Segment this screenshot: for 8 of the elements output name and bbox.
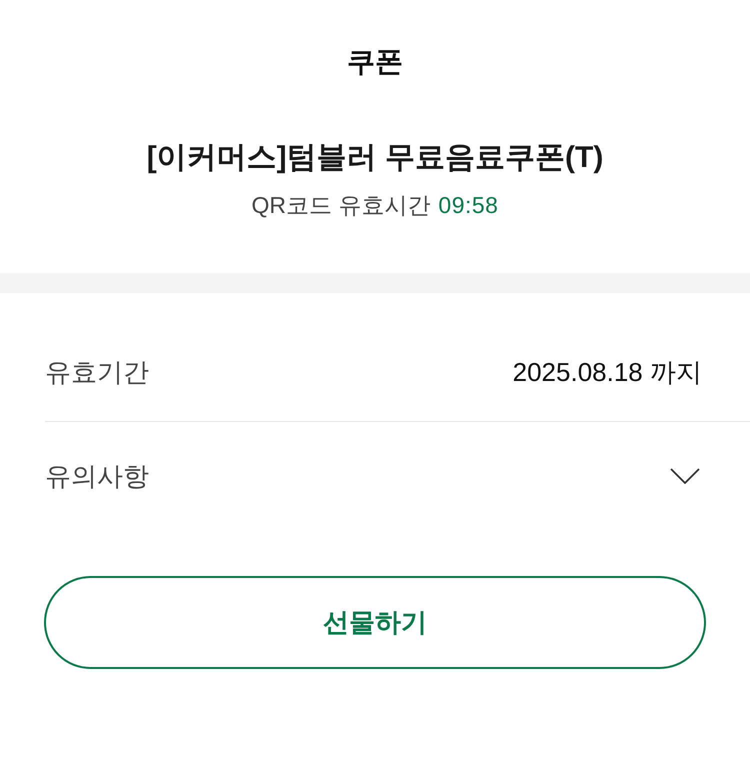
qr-validity-label: QR코드 유효시간	[252, 191, 430, 220]
detail-label: 유효기간	[45, 356, 149, 388]
coupon-name: [이커머스]텀블러 무료음료쿠폰(T)	[146, 140, 604, 176]
qr-countdown-timer: 09:58	[438, 191, 498, 220]
detail-value: 2025.08.18 까지	[512, 356, 702, 388]
gift-button[interactable]: 선물하기	[44, 576, 706, 669]
notice-accordion[interactable]: 유의사항	[45, 422, 750, 530]
page-title: 쿠폰	[347, 48, 403, 76]
